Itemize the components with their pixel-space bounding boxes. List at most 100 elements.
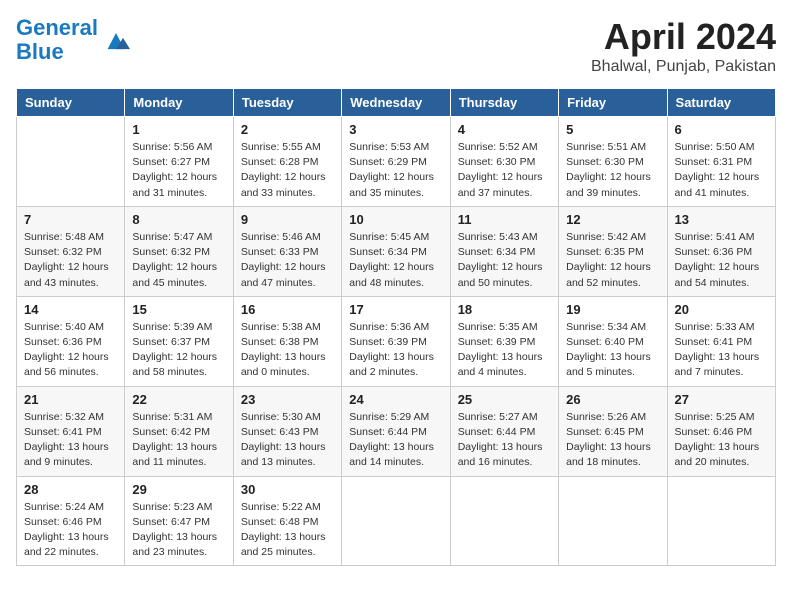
day-number: 2 — [241, 122, 334, 137]
cell-info: Sunrise: 5:25 AM Sunset: 6:46 PM Dayligh… — [675, 410, 768, 471]
calendar-cell — [559, 476, 667, 566]
logo: GeneralBlue — [16, 16, 130, 64]
cell-info: Sunrise: 5:55 AM Sunset: 6:28 PM Dayligh… — [241, 140, 334, 201]
calendar-cell: 15 Sunrise: 5:39 AM Sunset: 6:37 PM Dayli… — [125, 296, 233, 386]
title-block: April 2024 Bhalwal, Punjab, Pakistan — [591, 16, 776, 76]
cell-info: Sunrise: 5:29 AM Sunset: 6:44 PM Dayligh… — [349, 410, 442, 471]
calendar-cell: 10Sunrise: 5:45 AM Sunset: 6:34 PM Dayli… — [342, 206, 450, 296]
calendar-cell: 30 Sunrise: 5:22 AM Sunset: 6:48 PM Dayli… — [233, 476, 341, 566]
calendar-cell: 20 Sunrise: 5:33 AM Sunset: 6:41 PM Dayli… — [667, 296, 775, 386]
day-header-sunday: Sunday — [17, 89, 125, 117]
calendar-cell: 26Sunrise: 5:26 AM Sunset: 6:45 PM Dayli… — [559, 386, 667, 476]
calendar-cell: 14 Sunrise: 5:40 AM Sunset: 6:36 PM Dayli… — [17, 296, 125, 386]
calendar-cell: 12Sunrise: 5:42 AM Sunset: 6:35 PM Dayli… — [559, 206, 667, 296]
day-number: 6 — [675, 122, 768, 137]
day-header-wednesday: Wednesday — [342, 89, 450, 117]
day-number: 8 — [132, 212, 225, 227]
cell-info: Sunrise: 5:48 AM Sunset: 6:32 PM Dayligh… — [24, 230, 117, 291]
day-number: 18 — [458, 302, 551, 317]
cell-info: Sunrise: 5:22 AM Sunset: 6:48 PM Dayligh… — [241, 500, 334, 561]
calendar-cell: 7 Sunrise: 5:48 AM Sunset: 6:32 PM Daylig… — [17, 206, 125, 296]
calendar-cell: 29 Sunrise: 5:23 AM Sunset: 6:47 PM Dayli… — [125, 476, 233, 566]
cell-info: Sunrise: 5:24 AM Sunset: 6:46 PM Dayligh… — [24, 500, 117, 561]
logo-text: GeneralBlue — [16, 16, 98, 64]
month-year: April 2024 — [591, 16, 776, 58]
week-row-5: 28 Sunrise: 5:24 AM Sunset: 6:46 PM Dayli… — [17, 476, 776, 566]
calendar-cell: 3 Sunrise: 5:53 AM Sunset: 6:29 PM Daylig… — [342, 117, 450, 207]
calendar-cell: 17 Sunrise: 5:36 AM Sunset: 6:39 PM Dayli… — [342, 296, 450, 386]
calendar-cell: 28 Sunrise: 5:24 AM Sunset: 6:46 PM Dayli… — [17, 476, 125, 566]
calendar-cell: 4 Sunrise: 5:52 AM Sunset: 6:30 PM Daylig… — [450, 117, 558, 207]
cell-info: Sunrise: 5:41 AM Sunset: 6:36 PM Dayligh… — [675, 230, 768, 291]
cell-info: Sunrise: 5:50 AM Sunset: 6:31 PM Dayligh… — [675, 140, 768, 201]
calendar-cell — [342, 476, 450, 566]
calendar-cell: 21 Sunrise: 5:32 AM Sunset: 6:41 PM Dayli… — [17, 386, 125, 476]
day-number: 19 — [566, 302, 659, 317]
day-number: 28 — [24, 482, 117, 497]
day-header-thursday: Thursday — [450, 89, 558, 117]
week-row-1: 1 Sunrise: 5:56 AM Sunset: 6:27 PM Daylig… — [17, 117, 776, 207]
calendar-cell: 23 Sunrise: 5:30 AM Sunset: 6:43 PM Dayli… — [233, 386, 341, 476]
cell-info: Sunrise: 5:33 AM Sunset: 6:41 PM Dayligh… — [675, 320, 768, 381]
day-number: 16 — [241, 302, 334, 317]
day-header-tuesday: Tuesday — [233, 89, 341, 117]
calendar-cell: 13 Sunrise: 5:41 AM Sunset: 6:36 PM Dayli… — [667, 206, 775, 296]
week-row-4: 21 Sunrise: 5:32 AM Sunset: 6:41 PM Dayli… — [17, 386, 776, 476]
cell-info: Sunrise: 5:32 AM Sunset: 6:41 PM Dayligh… — [24, 410, 117, 471]
cell-info: Sunrise: 5:56 AM Sunset: 6:27 PM Dayligh… — [132, 140, 225, 201]
day-number: 13 — [675, 212, 768, 227]
calendar-cell: 1 Sunrise: 5:56 AM Sunset: 6:27 PM Daylig… — [125, 117, 233, 207]
calendar-cell: 11 Sunrise: 5:43 AM Sunset: 6:34 PM Dayli… — [450, 206, 558, 296]
day-number: 20 — [675, 302, 768, 317]
calendar-cell — [667, 476, 775, 566]
cell-info: Sunrise: 5:52 AM Sunset: 6:30 PM Dayligh… — [458, 140, 551, 201]
calendar-cell: 25Sunrise: 5:27 AM Sunset: 6:44 PM Dayli… — [450, 386, 558, 476]
calendar-cell — [17, 117, 125, 207]
day-number: 23 — [241, 392, 334, 407]
calendar-cell: 8Sunrise: 5:47 AM Sunset: 6:32 PM Daylig… — [125, 206, 233, 296]
calendar-table: SundayMondayTuesdayWednesdayThursdayFrid… — [16, 88, 776, 566]
day-number: 27 — [675, 392, 768, 407]
day-number: 30 — [241, 482, 334, 497]
calendar-cell: 9Sunrise: 5:46 AM Sunset: 6:33 PM Daylig… — [233, 206, 341, 296]
day-number: 25 — [458, 392, 551, 407]
calendar-cell: 24 Sunrise: 5:29 AM Sunset: 6:44 PM Dayli… — [342, 386, 450, 476]
day-number: 11 — [458, 212, 551, 227]
cell-info: Sunrise: 5:38 AM Sunset: 6:38 PM Dayligh… — [241, 320, 334, 381]
day-number: 5 — [566, 122, 659, 137]
cell-info: Sunrise: 5:40 AM Sunset: 6:36 PM Dayligh… — [24, 320, 117, 381]
calendar-cell: 22 Sunrise: 5:31 AM Sunset: 6:42 PM Dayli… — [125, 386, 233, 476]
cell-info: Sunrise: 5:36 AM Sunset: 6:39 PM Dayligh… — [349, 320, 442, 381]
cell-info: Sunrise: 5:53 AM Sunset: 6:29 PM Dayligh… — [349, 140, 442, 201]
calendar-cell: 5 Sunrise: 5:51 AM Sunset: 6:30 PM Daylig… — [559, 117, 667, 207]
cell-info: Sunrise: 5:35 AM Sunset: 6:39 PM Dayligh… — [458, 320, 551, 381]
cell-info: Sunrise: 5:46 AM Sunset: 6:33 PM Dayligh… — [241, 230, 334, 291]
cell-info: Sunrise: 5:43 AM Sunset: 6:34 PM Dayligh… — [458, 230, 551, 291]
day-number: 14 — [24, 302, 117, 317]
cell-info: Sunrise: 5:34 AM Sunset: 6:40 PM Dayligh… — [566, 320, 659, 381]
calendar-cell: 18 Sunrise: 5:35 AM Sunset: 6:39 PM Dayli… — [450, 296, 558, 386]
day-number: 7 — [24, 212, 117, 227]
day-number: 24 — [349, 392, 442, 407]
calendar-cell: 27 Sunrise: 5:25 AM Sunset: 6:46 PM Dayli… — [667, 386, 775, 476]
day-number: 1 — [132, 122, 225, 137]
cell-info: Sunrise: 5:31 AM Sunset: 6:42 PM Dayligh… — [132, 410, 225, 471]
day-header-friday: Friday — [559, 89, 667, 117]
header: GeneralBlue April 2024 Bhalwal, Punjab, … — [16, 16, 776, 76]
day-number: 3 — [349, 122, 442, 137]
location: Bhalwal, Punjab, Pakistan — [591, 58, 776, 76]
day-number: 29 — [132, 482, 225, 497]
day-number: 21 — [24, 392, 117, 407]
day-number: 22 — [132, 392, 225, 407]
cell-info: Sunrise: 5:23 AM Sunset: 6:47 PM Dayligh… — [132, 500, 225, 561]
day-number: 4 — [458, 122, 551, 137]
cell-info: Sunrise: 5:30 AM Sunset: 6:43 PM Dayligh… — [241, 410, 334, 471]
logo-icon — [102, 26, 130, 54]
calendar-cell: 19 Sunrise: 5:34 AM Sunset: 6:40 PM Dayli… — [559, 296, 667, 386]
day-number: 15 — [132, 302, 225, 317]
calendar-cell: 16 Sunrise: 5:38 AM Sunset: 6:38 PM Dayli… — [233, 296, 341, 386]
cell-info: Sunrise: 5:51 AM Sunset: 6:30 PM Dayligh… — [566, 140, 659, 201]
day-number: 10 — [349, 212, 442, 227]
cell-info: Sunrise: 5:39 AM Sunset: 6:37 PM Dayligh… — [132, 320, 225, 381]
day-number: 17 — [349, 302, 442, 317]
